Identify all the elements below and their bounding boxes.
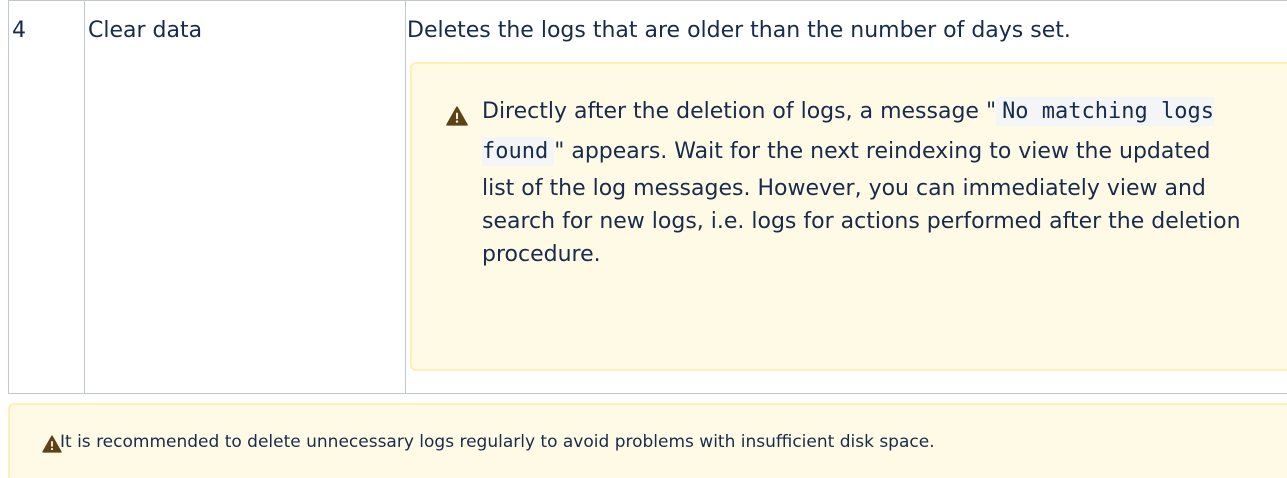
warning-icon [42,435,62,453]
warning-text: Directly after the deletion of logs, a m… [482,92,1242,271]
bottom-warning-text: It is recommended to delete unnecessary … [60,432,935,452]
option-name: Clear data [88,18,203,43]
document: 4 Clear data Deletes the logs that are o… [0,0,1287,478]
options-table: 4 Clear data Deletes the logs that are o… [8,0,1287,394]
row-number-cell: 4 [8,0,85,394]
warning-text-after: " appears. Wait for the next reindexing … [482,139,1241,267]
warning-text-before: Directly after the deletion of logs, a m… [482,99,997,124]
warning-panel: Directly after the deletion of logs, a m… [410,62,1287,371]
warning-icon [446,106,468,126]
row-number: 4 [12,18,26,43]
table-row: 4 Clear data Deletes the logs that are o… [8,0,1287,394]
option-name-cell: Clear data [84,0,406,394]
description-cell: Deletes the logs that are older than the… [405,0,1287,394]
bottom-warning-panel: It is recommended to delete unnecessary … [8,403,1287,478]
option-description: Deletes the logs that are older than the… [407,18,1071,43]
